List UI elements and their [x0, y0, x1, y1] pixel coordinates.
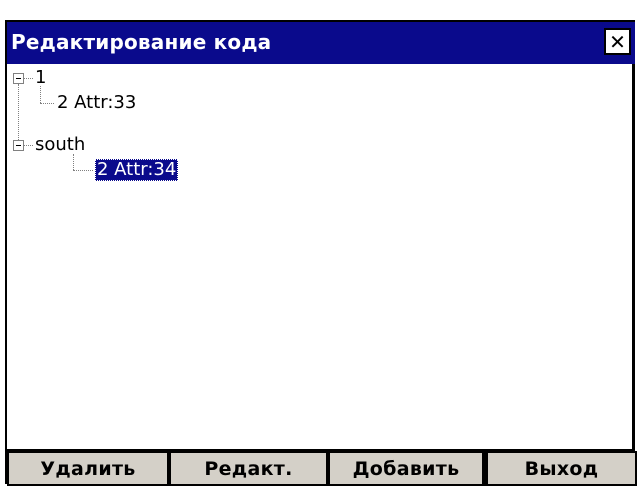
tree-connector [24, 78, 33, 79]
title-bar: Редактирование кода ✕ [7, 22, 635, 64]
tree-node-attr-33[interactable]: 2 Attr:33 [57, 92, 136, 114]
dialog-title: Редактирование кода [11, 30, 272, 54]
collapse-icon[interactable] [13, 73, 24, 84]
close-icon: ✕ [609, 29, 626, 54]
code-tree-view[interactable]: 1 2 Attr:33 south 2 Attr:34 [7, 64, 635, 451]
tree-connector [73, 154, 74, 170]
delete-button[interactable]: Удалить [7, 451, 169, 486]
add-button[interactable]: Добавить [328, 451, 484, 486]
exit-button[interactable]: Выход [484, 451, 637, 486]
close-button[interactable]: ✕ [604, 28, 631, 55]
edit-code-dialog: Редактирование кода ✕ 1 2 Attr:33 south … [5, 20, 637, 486]
tree-node-1[interactable]: 1 [35, 67, 46, 89]
tree-connector [73, 170, 93, 171]
tree-node-attr-34[interactable]: 2 Attr:34 [95, 159, 179, 181]
tree-connector [40, 103, 54, 104]
collapse-icon[interactable] [13, 140, 24, 151]
tree-connector [24, 145, 33, 146]
tree-node-south[interactable]: south [35, 134, 85, 156]
button-bar: Удалить Редакт. Добавить Выход [7, 451, 637, 486]
edit-button[interactable]: Редакт. [169, 451, 328, 486]
